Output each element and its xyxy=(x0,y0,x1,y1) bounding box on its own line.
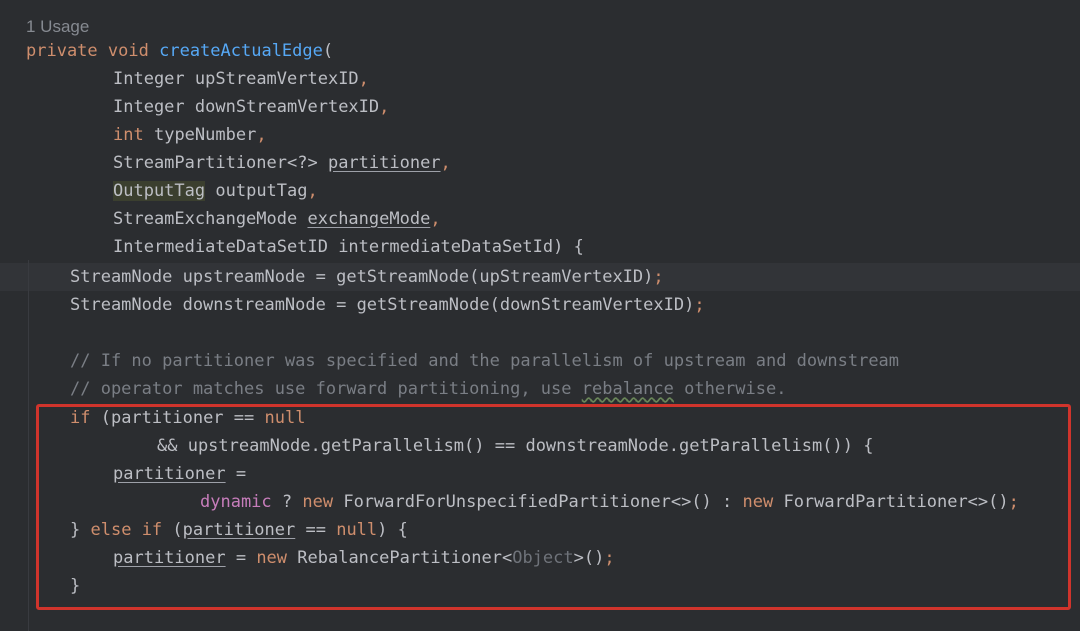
keyword: int xyxy=(113,125,144,145)
code-line-1[interactable]: private void createActualEdge( xyxy=(26,37,333,65)
comma: , xyxy=(440,153,451,173)
param-type[interactable]: IntermediateDataSetID xyxy=(113,237,328,257)
param-name[interactable]: intermediateDataSetId xyxy=(338,237,553,257)
comment: // If no partitioner was specified and t… xyxy=(70,351,900,371)
paren-brace: ) { xyxy=(553,237,584,257)
param-type[interactable]: Integer xyxy=(113,69,185,89)
comma: , xyxy=(256,125,267,145)
semicolon: ; xyxy=(694,295,705,315)
code-line-12[interactable]: // If no partitioner was specified and t… xyxy=(70,347,899,375)
annotation-highlight-box xyxy=(36,404,1071,610)
param-name[interactable]: outputTag xyxy=(215,181,307,201)
code-line-2[interactable]: Integer upStreamVertexID, xyxy=(113,65,369,93)
code-editor[interactable]: 1 Usage private void createActualEdge( I… xyxy=(0,0,1080,631)
code-line-4[interactable]: int typeNumber, xyxy=(113,121,267,149)
code-line-6[interactable]: OutputTag outputTag, xyxy=(113,177,318,205)
param-name[interactable]: upStreamVertexID xyxy=(195,69,359,89)
comment: // operator matches use forward partitio… xyxy=(70,379,582,399)
param-name[interactable]: typeNumber xyxy=(154,125,256,145)
comma: , xyxy=(430,209,441,229)
method-name[interactable]: createActualEdge xyxy=(159,41,323,61)
statement[interactable]: StreamNode upstreamNode = getStreamNode(… xyxy=(70,267,653,287)
code-line-13[interactable]: // operator matches use forward partitio… xyxy=(70,375,786,403)
param-type[interactable]: Integer xyxy=(113,97,185,117)
keyword: void xyxy=(107,41,149,61)
semicolon: ; xyxy=(653,267,664,287)
code-line-3[interactable]: Integer downStreamVertexID, xyxy=(113,93,389,121)
comma: , xyxy=(358,69,369,89)
code-line-8[interactable]: IntermediateDataSetID intermediateDataSe… xyxy=(113,233,584,261)
comment: otherwise. xyxy=(673,379,787,399)
param-type[interactable]: StreamPartitioner<?> xyxy=(113,153,318,173)
param-type[interactable]: StreamExchangeMode xyxy=(113,209,297,229)
param-name[interactable]: exchangeMode xyxy=(307,209,430,229)
code-line-5[interactable]: StreamPartitioner<?> partitioner, xyxy=(113,149,451,177)
typo-word[interactable]: rebalance xyxy=(582,379,674,399)
usage-hint-link[interactable]: 1 Usage xyxy=(26,17,89,37)
keyword: private xyxy=(26,41,98,61)
comma: , xyxy=(307,181,318,201)
code-line-7[interactable]: StreamExchangeMode exchangeMode, xyxy=(113,205,441,233)
param-name[interactable]: partitioner xyxy=(328,153,441,173)
indent-guide xyxy=(28,260,29,631)
paren: ( xyxy=(322,41,334,61)
param-name[interactable]: downStreamVertexID xyxy=(195,97,379,117)
param-type[interactable]: OutputTag xyxy=(113,181,206,201)
code-line-10[interactable]: StreamNode downstreamNode = getStreamNod… xyxy=(70,291,705,319)
statement[interactable]: StreamNode downstreamNode = getStreamNod… xyxy=(70,295,694,315)
comma: , xyxy=(379,97,390,117)
code-line-9[interactable]: StreamNode upstreamNode = getStreamNode(… xyxy=(70,263,664,291)
